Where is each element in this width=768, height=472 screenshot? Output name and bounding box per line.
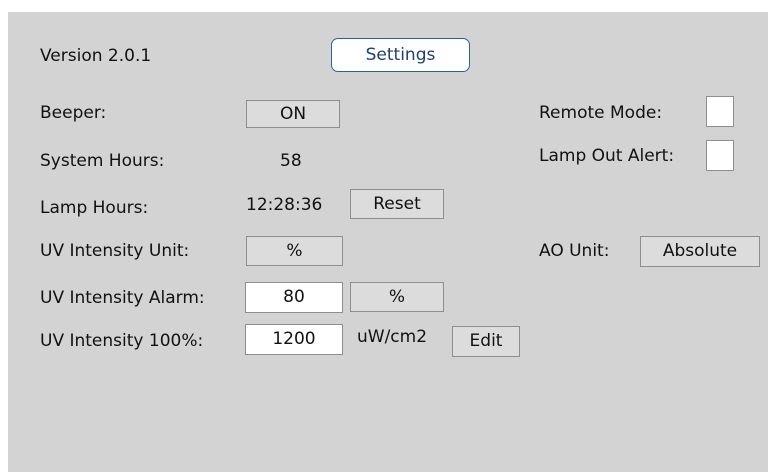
ao-unit-label: AO Unit: <box>539 241 610 261</box>
version-label: Version 2.0.1 <box>40 46 152 66</box>
uv-intensity-alarm-label: UV Intensity Alarm: <box>40 288 205 308</box>
uv-intensity-100-input[interactable]: 1200 <box>245 324 343 355</box>
beeper-toggle-button[interactable]: ON <box>246 100 340 128</box>
lamp-hours-label: Lamp Hours: <box>40 198 149 218</box>
beeper-label: Beeper: <box>40 103 107 123</box>
system-hours-label: System Hours: <box>40 151 165 171</box>
uv-intensity-unit-button[interactable]: % <box>246 236 343 266</box>
system-hours-value: 58 <box>280 151 302 171</box>
uv-intensity-unit-label: UV Intensity Unit: <box>40 241 190 261</box>
uv-intensity-100-unit: uW/cm2 <box>357 327 428 347</box>
uv-intensity-100-label: UV Intensity 100%: <box>40 331 204 351</box>
ao-unit-button[interactable]: Absolute <box>640 236 760 267</box>
remote-mode-label: Remote Mode: <box>539 103 663 123</box>
remote-mode-checkbox[interactable] <box>706 96 734 127</box>
lamp-out-alert-checkbox[interactable] <box>706 140 734 171</box>
uv-intensity-alarm-input[interactable]: 80 <box>245 282 343 313</box>
settings-button[interactable]: Settings <box>331 38 470 72</box>
lamp-hours-reset-button[interactable]: Reset <box>350 189 444 219</box>
uv-intensity-alarm-unit-button[interactable]: % <box>350 282 444 312</box>
lamp-hours-value: 12:28:36 <box>246 195 323 215</box>
lamp-out-alert-label: Lamp Out Alert: <box>539 146 675 166</box>
uv-intensity-100-edit-button[interactable]: Edit <box>452 326 520 357</box>
